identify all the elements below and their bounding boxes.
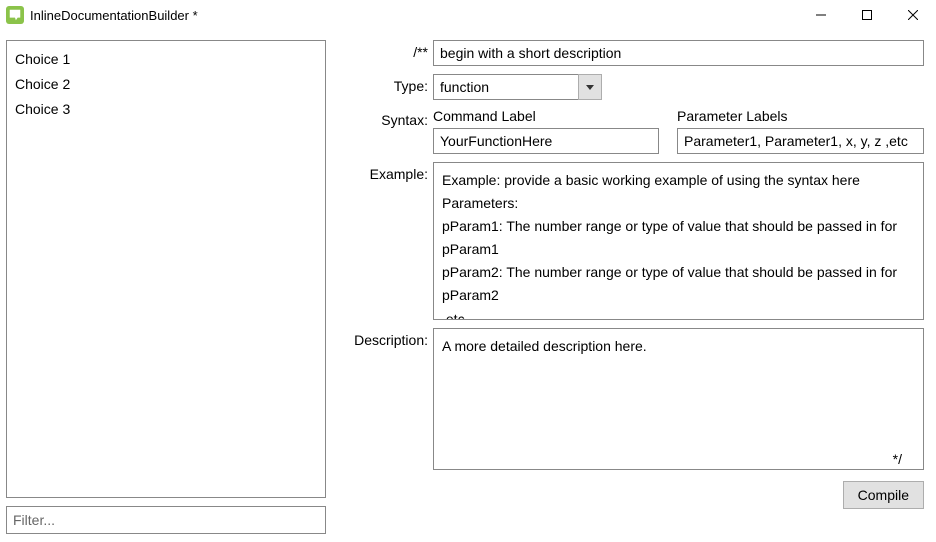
minimize-button[interactable] — [798, 0, 844, 30]
window-title: InlineDocumentationBuilder * — [30, 8, 798, 23]
content-area: Choice 1 Choice 2 Choice 3 /** Type: Syn… — [0, 30, 936, 542]
syntax-label: Syntax: — [348, 108, 428, 154]
param-label-header: Parameter Labels — [677, 108, 788, 124]
filter-input[interactable] — [6, 506, 326, 534]
command-label-input[interactable] — [433, 128, 659, 154]
doc-open-label: /** — [348, 40, 428, 66]
description-textarea[interactable] — [433, 328, 924, 470]
right-panel: /** Type: Syntax: Command Label Paramete… — [348, 40, 924, 534]
app-icon — [6, 6, 24, 24]
description-label: Description: — [348, 328, 428, 473]
example-textarea[interactable] — [433, 162, 924, 320]
list-item[interactable]: Choice 2 — [11, 72, 321, 97]
maximize-button[interactable] — [844, 0, 890, 30]
example-label: Example: — [348, 162, 428, 320]
short-description-input[interactable] — [433, 40, 924, 66]
parameter-labels-input[interactable] — [677, 128, 924, 154]
type-dropdown-button[interactable] — [578, 74, 602, 100]
form-grid: /** Type: Syntax: Command Label Paramete… — [348, 40, 924, 473]
close-button[interactable] — [890, 0, 936, 30]
type-select[interactable] — [433, 74, 602, 100]
list-item[interactable]: Choice 3 — [11, 97, 321, 122]
compile-button[interactable]: Compile — [843, 481, 924, 509]
window-controls — [798, 0, 936, 30]
type-label: Type: — [348, 74, 428, 100]
list-item[interactable]: Choice 1 — [11, 47, 321, 72]
choice-list[interactable]: Choice 1 Choice 2 Choice 3 — [6, 40, 326, 498]
titlebar: InlineDocumentationBuilder * — [0, 0, 936, 30]
left-panel: Choice 1 Choice 2 Choice 3 — [6, 40, 326, 534]
type-input[interactable] — [433, 74, 578, 100]
command-label-header: Command Label — [433, 108, 659, 124]
button-row: Compile — [348, 481, 924, 509]
